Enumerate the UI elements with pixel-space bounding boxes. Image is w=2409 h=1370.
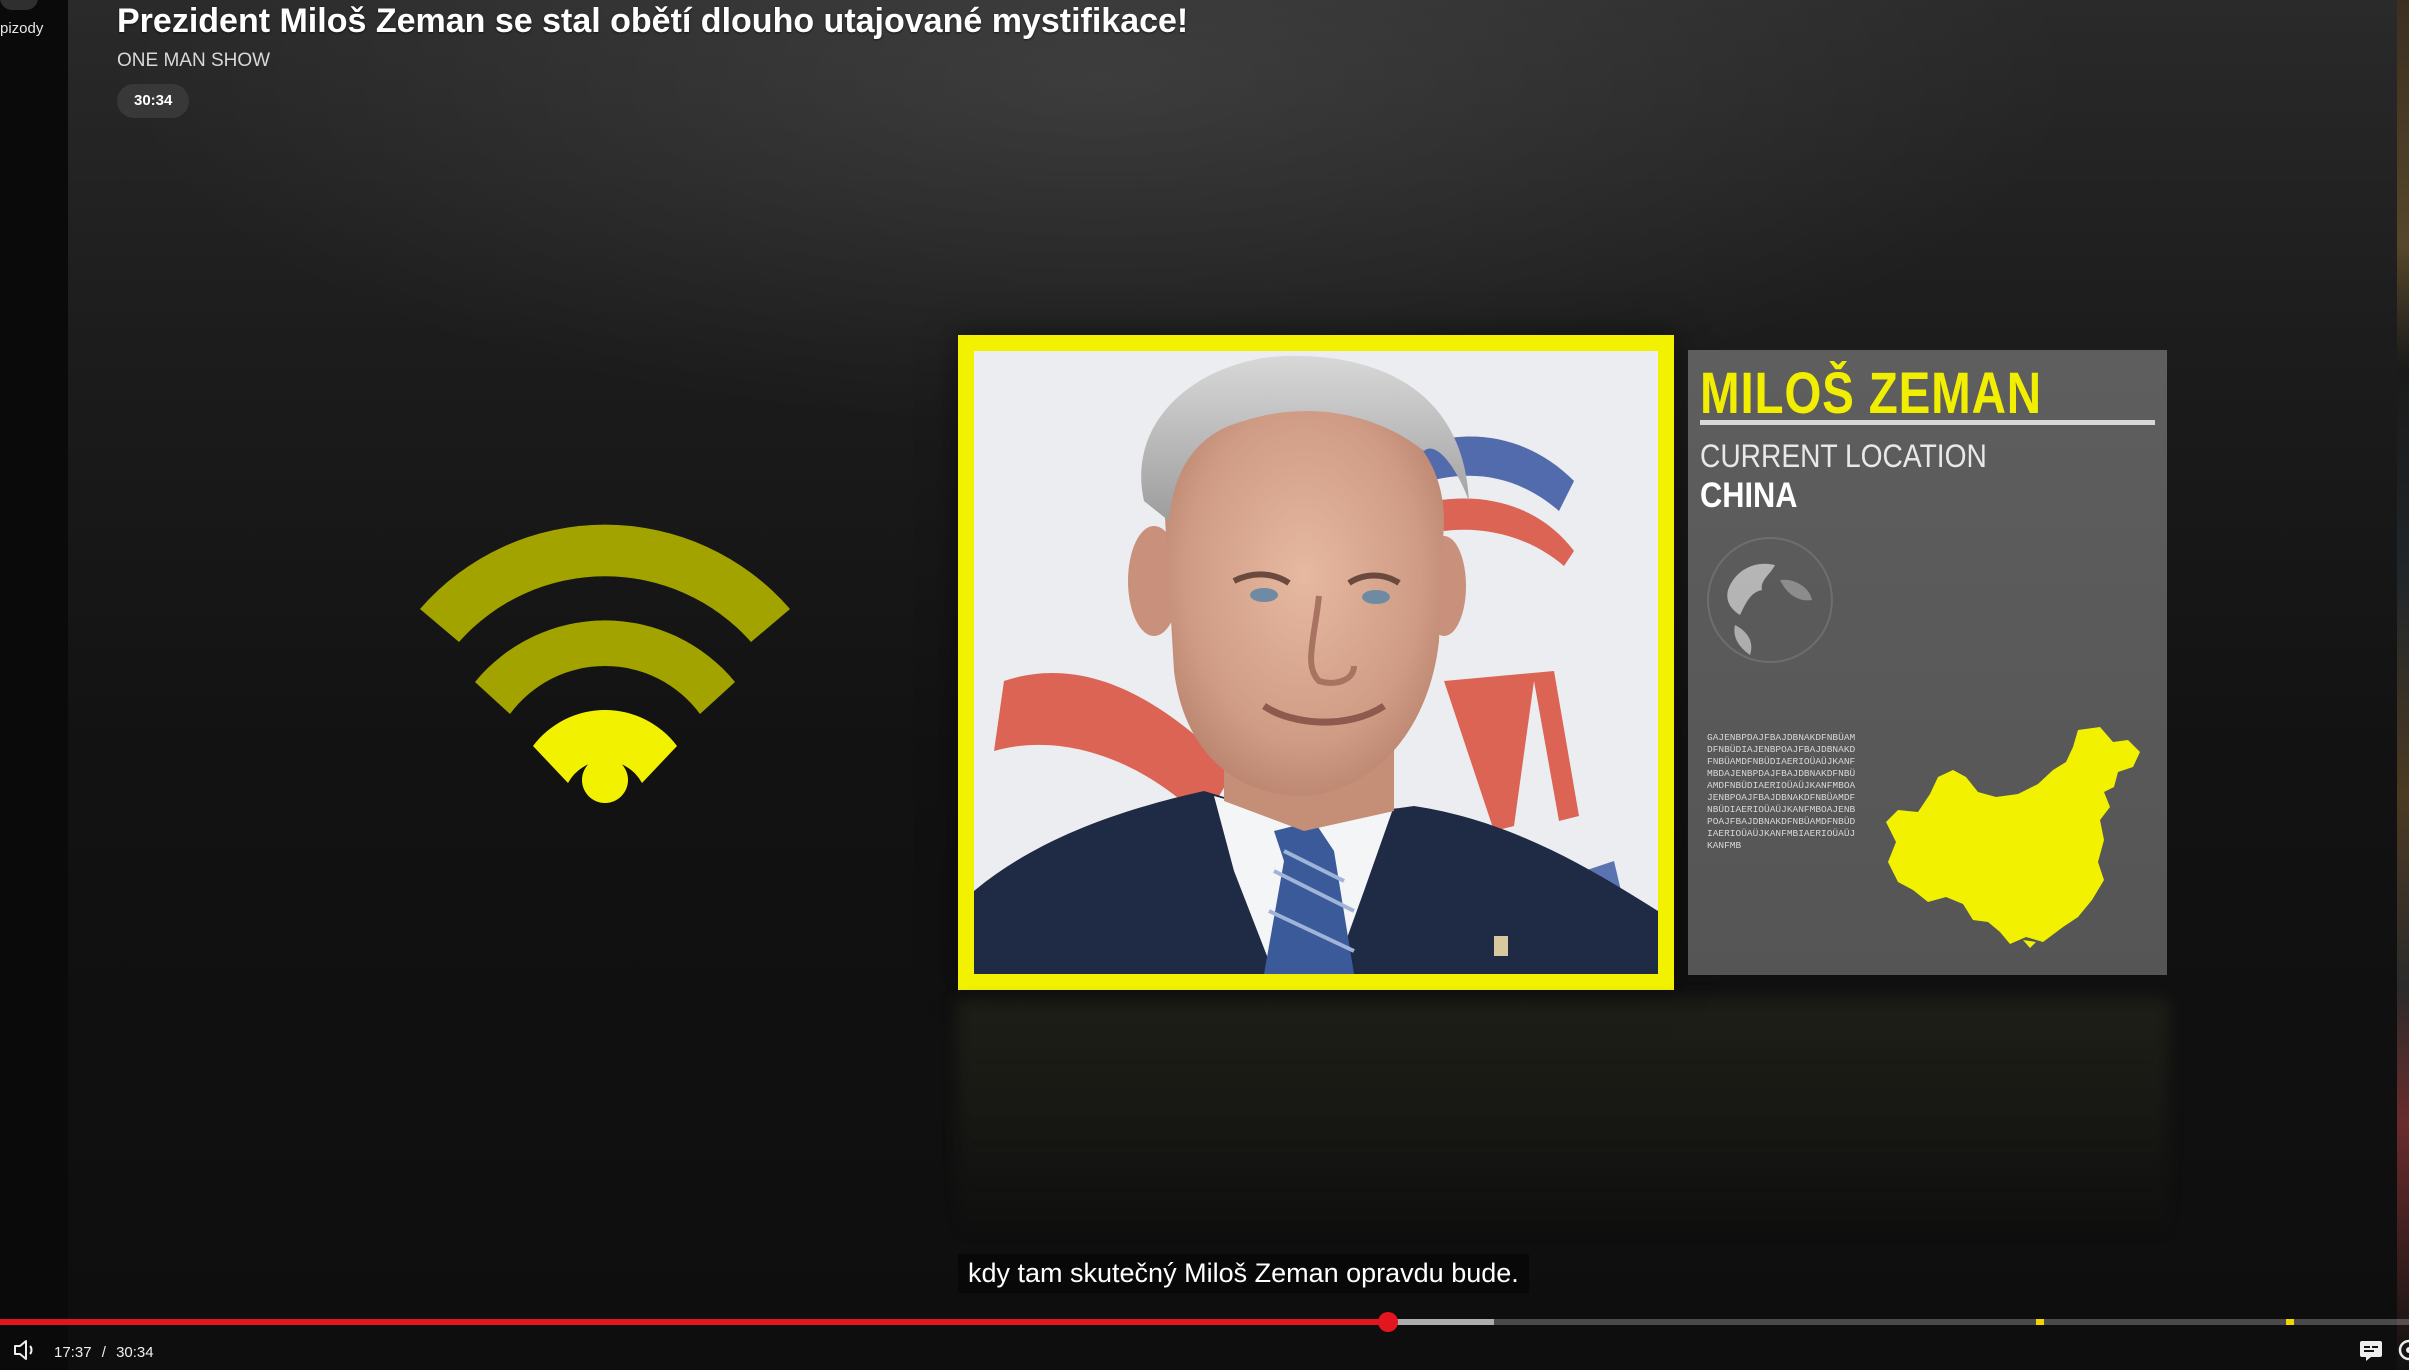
current-time: 17:37 [54,1344,92,1361]
chapter-marker[interactable] [2286,1319,2295,1325]
globe-icon [1707,537,1833,663]
player-controls: 17:37 / 30:34 [0,1330,2409,1370]
sidebar-chip [0,0,38,10]
sidebar-episodes-label[interactable]: pizody [0,20,43,37]
video-title: Prezident Miloš Zeman se stal obětí dlou… [117,2,1189,40]
wifi-signal-icon [420,524,790,803]
panel-divider [1700,420,2155,425]
time-display: 17:37 / 30:34 [54,1344,154,1361]
portrait-frame [958,335,1674,990]
caption-text: kdy tam skutečný Miloš Zeman opravdu bud… [958,1254,1529,1293]
related-thumbnails-strip[interactable] [2397,0,2409,1370]
sidebar-strip: pizody [0,0,68,1370]
progress-bar[interactable] [0,1312,2409,1332]
china-map-icon [1886,727,2140,948]
chapter-marker[interactable] [2035,1319,2044,1325]
panel-location-value: CHINA [1700,476,1798,515]
total-time: 30:34 [116,1344,154,1361]
portrait-photo [974,351,1658,974]
panel-person-name: MILOŠ ZEMAN [1700,361,2042,426]
time-separator: / [101,1344,106,1361]
panel-filler-text: GAJENBPDAJFBAJDBNAKDFNBÜAMDFNBÜDIAJENBPO… [1707,732,1856,851]
channel-name[interactable]: ONE MAN SHOW [117,50,270,72]
info-panel: MILOŠ ZEMAN CURRENT LOCATION CHINA GAJEN… [1688,350,2167,975]
panel-location-label: CURRENT LOCATION [1700,438,1987,474]
portrait-illustration [974,351,1658,974]
volume-speaker-icon[interactable] [12,1337,38,1363]
subtitles-icon[interactable] [2358,1338,2384,1362]
progress-scrubber-handle[interactable] [1377,1312,1398,1332]
video-stage[interactable]: pizody Prezident Miloš Zeman se stal obě… [0,0,2409,1370]
gear-icon[interactable] [2396,1338,2409,1362]
progress-played [0,1319,1388,1325]
duration-badge: 30:34 [117,84,190,118]
